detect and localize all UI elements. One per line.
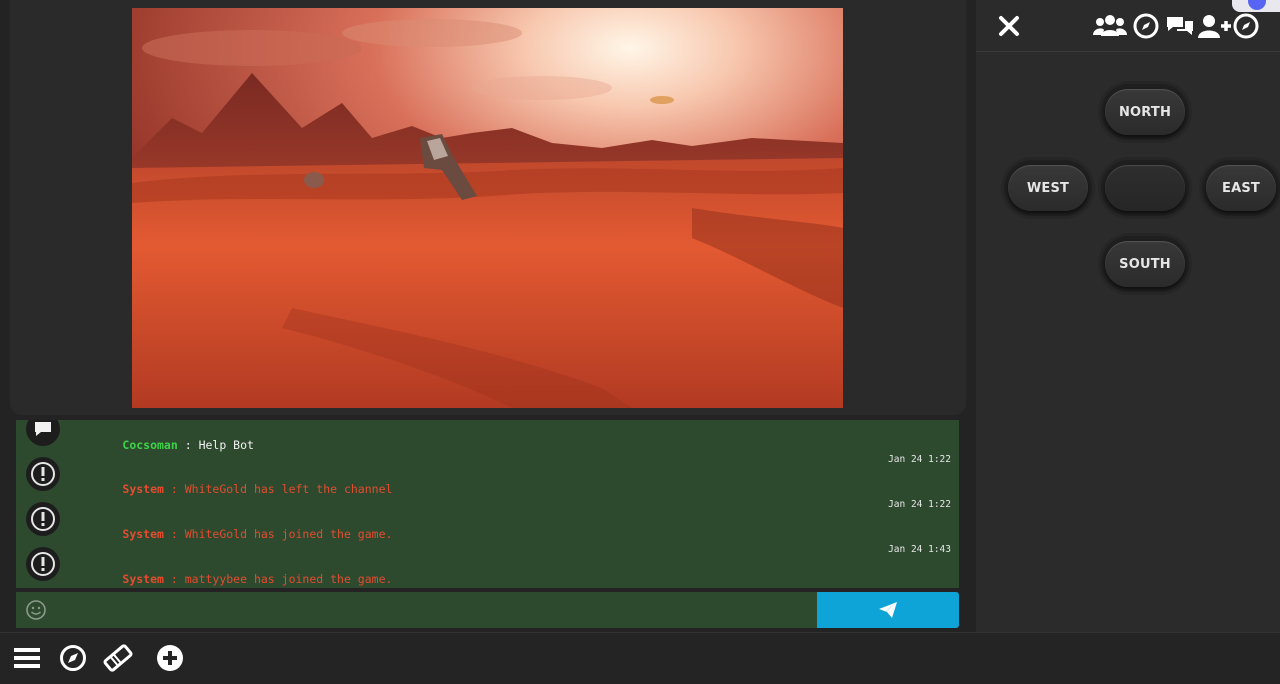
mars-landscape bbox=[132, 8, 843, 408]
chat-input-row bbox=[16, 592, 959, 628]
chat-icon[interactable] bbox=[1164, 10, 1196, 42]
message-sender: System bbox=[122, 572, 164, 586]
center-button[interactable] bbox=[1101, 160, 1189, 216]
side-panel: NORTH WEST EAST SOUTH bbox=[976, 0, 1280, 632]
paper-plane-icon bbox=[879, 602, 897, 618]
message-timestamp: Jan 24 1:22 bbox=[888, 499, 951, 510]
message-timestamp: Jan 24 1:22 bbox=[888, 454, 951, 465]
ticket-icon[interactable] bbox=[103, 643, 133, 673]
chat-message: Jan 24 1:43 System : mattyybee has joine… bbox=[16, 542, 959, 587]
bottom-toolbar bbox=[0, 632, 1280, 684]
send-button[interactable] bbox=[817, 592, 959, 628]
message-text: WhiteGold has joined the game. bbox=[184, 527, 393, 541]
chat-message: Jan 24 1:22 System : WhiteGold has left … bbox=[16, 452, 959, 497]
message-text: WhiteGold has left the channel bbox=[184, 482, 393, 496]
exclamation-icon bbox=[26, 502, 60, 536]
south-button[interactable]: SOUTH bbox=[1101, 236, 1189, 292]
message-sender: System bbox=[122, 482, 164, 496]
game-app: Cocsoman : Help Bot Jan 24 1:22 System :… bbox=[0, 0, 1280, 684]
message-text: mattyybee has joined the game. bbox=[184, 572, 393, 586]
users-icon[interactable] bbox=[1092, 10, 1128, 42]
exclamation-icon bbox=[26, 457, 60, 491]
scene-image bbox=[132, 8, 843, 408]
menu-icon[interactable] bbox=[12, 643, 42, 673]
chat-input[interactable] bbox=[16, 592, 817, 628]
north-button[interactable]: NORTH bbox=[1101, 84, 1189, 140]
close-icon[interactable] bbox=[994, 10, 1024, 42]
east-button[interactable]: EAST bbox=[1202, 160, 1280, 216]
exclamation-icon bbox=[26, 547, 60, 581]
add-icon[interactable] bbox=[155, 643, 185, 673]
message-text: Help Bot bbox=[198, 438, 254, 452]
message-timestamp: Jan 24 1:43 bbox=[888, 544, 951, 555]
add-user-icon[interactable] bbox=[1198, 10, 1232, 42]
chat-message: Jan 24 1:22 System : WhiteGold has joine… bbox=[16, 497, 959, 542]
emoji-icon[interactable] bbox=[25, 599, 47, 621]
game-view-panel bbox=[10, 0, 966, 415]
west-button[interactable]: WEST bbox=[1004, 160, 1092, 216]
compass-icon[interactable] bbox=[1131, 10, 1161, 42]
message-sender: System bbox=[122, 527, 164, 541]
compass-icon[interactable] bbox=[1232, 10, 1260, 42]
chat-log[interactable]: Cocsoman : Help Bot Jan 24 1:22 System :… bbox=[16, 420, 959, 588]
chat-bubble-icon bbox=[26, 420, 60, 446]
compass-icon[interactable] bbox=[58, 643, 88, 673]
message-sender[interactable]: Cocsoman bbox=[122, 438, 177, 452]
chat-message: Cocsoman : Help Bot bbox=[16, 420, 959, 453]
